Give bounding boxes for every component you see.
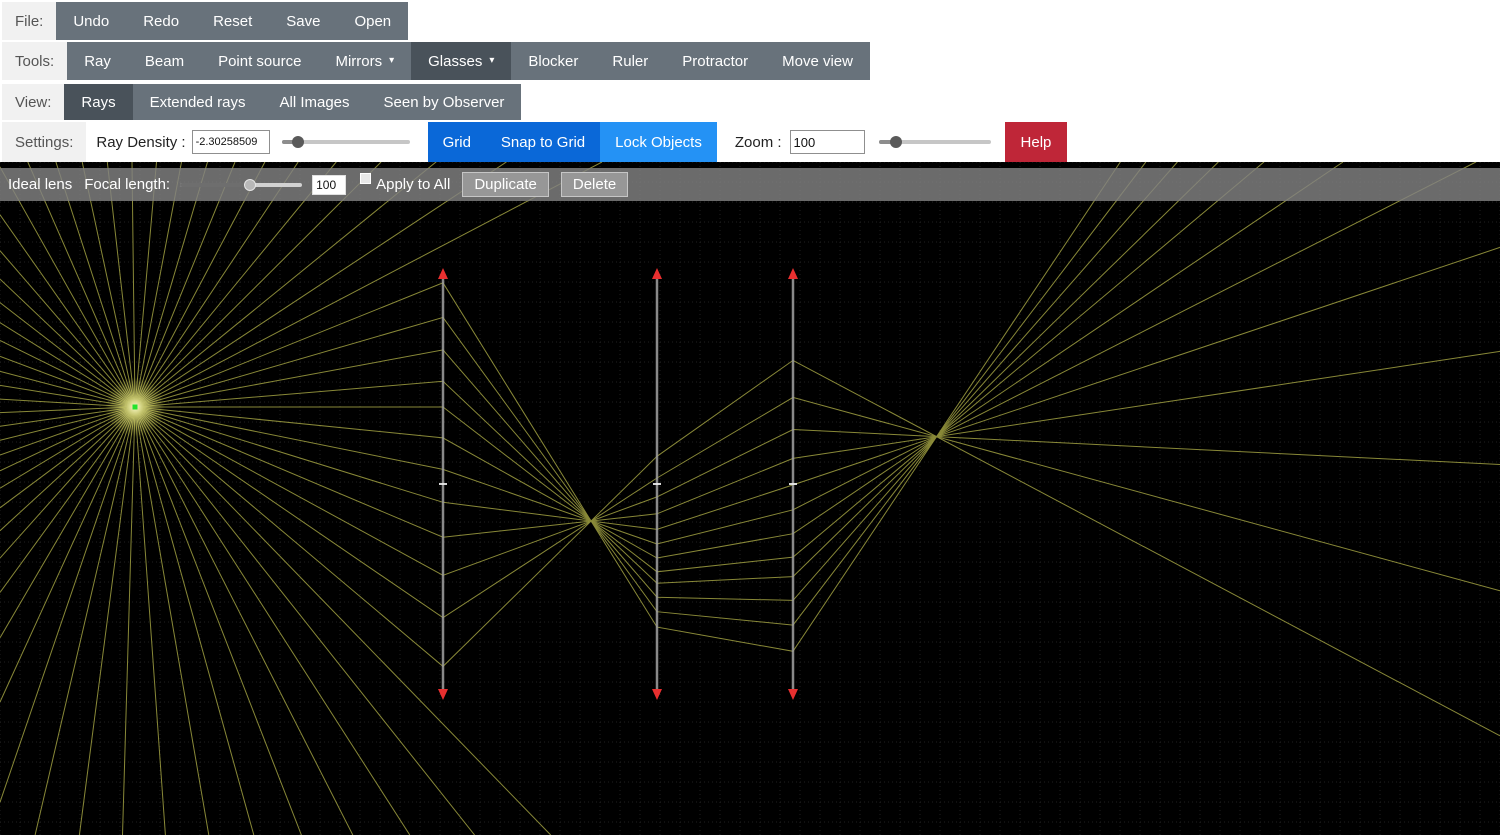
file-toolbar: File: Undo Redo Reset Save Open: [2, 2, 1500, 40]
ray-density-input[interactable]: [191, 130, 270, 154]
settings-label: Settings:: [2, 122, 87, 162]
view-button-group: Rays Extended rays All Images Seen by Obser…: [64, 84, 522, 120]
tool-button-ray[interactable]: Ray: [67, 42, 128, 80]
selected-object-title: Ideal lens: [8, 176, 73, 193]
focal-length-label: Focal length:: [84, 176, 171, 193]
light-rays: [0, 162, 1500, 835]
tools-button-group: Ray Beam Point source Mirrors ▾ Glasses ▾ Block…: [67, 42, 870, 80]
view-label: View:: [2, 84, 65, 120]
lens-arrow-down-icon: [788, 689, 798, 700]
view-button-extended-rays[interactable]: Extended rays: [132, 84, 263, 120]
file-button-reset[interactable]: Reset: [196, 2, 270, 40]
lens-arrow-up-icon: [652, 268, 662, 279]
grid-button[interactable]: Grid: [427, 122, 486, 162]
tool-button-point-source[interactable]: Point source: [201, 42, 319, 80]
file-button-group: Undo Redo Reset Save Open: [56, 2, 409, 40]
lens-center-mark: [439, 483, 447, 485]
file-label: File:: [2, 2, 57, 40]
view-toolbar: View: Rays Extended rays All Images Seen by…: [2, 84, 1500, 120]
chevron-down-icon: ▾: [389, 55, 395, 66]
ideal-lens[interactable]: [652, 268, 662, 700]
lens-arrow-up-icon: [788, 268, 798, 279]
file-button-open[interactable]: Open: [337, 2, 409, 40]
simulation-canvas[interactable]: Ideal lens Focal length: Apply to All Du…: [0, 162, 1500, 835]
tool-button-ruler[interactable]: Ruler: [595, 42, 666, 80]
chevron-down-icon: ▾: [489, 55, 495, 66]
ray-diagram[interactable]: [0, 162, 1500, 835]
zoom-input[interactable]: [789, 130, 865, 154]
tool-button-beam[interactable]: Beam: [127, 42, 202, 80]
tool-button-blocker[interactable]: Blocker: [511, 42, 596, 80]
slider-fill: [180, 182, 250, 187]
ideal-lens[interactable]: [438, 268, 448, 700]
tool-button-glasses[interactable]: Glasses ▾: [411, 42, 512, 80]
point-source[interactable]: [132, 404, 138, 410]
tools-label: Tools:: [2, 42, 68, 80]
duplicate-button[interactable]: Duplicate: [462, 172, 549, 197]
zoom-slider[interactable]: [878, 136, 991, 148]
file-button-undo[interactable]: Undo: [56, 2, 127, 40]
view-button-rays[interactable]: Rays: [64, 84, 133, 120]
tool-button-move-view[interactable]: Move view: [765, 42, 870, 80]
lens-center-mark: [789, 483, 797, 485]
ray-density-slider[interactable]: [281, 136, 410, 148]
slider-thumb[interactable]: [890, 136, 903, 148]
tool-button-protractor[interactable]: Protractor: [665, 42, 766, 80]
tools-toolbar: Tools: Ray Beam Point source Mirrors ▾ Glasse…: [2, 42, 1500, 80]
lens-arrow-up-icon: [438, 268, 448, 279]
apply-to-all-label: Apply to All: [376, 176, 451, 193]
settings-toolbar: Settings: Ray Density : Grid Snap to Gri…: [2, 122, 1500, 162]
lens-center-mark: [653, 483, 661, 485]
focal-length-slider[interactable]: [180, 178, 303, 191]
top-toolbars: File: Undo Redo Reset Save Open Tools: Ray Be…: [0, 0, 1500, 162]
lock-objects-button[interactable]: Lock Objects: [600, 122, 717, 162]
grid-toggle-group: Grid Snap to Grid Lock Objects: [427, 122, 717, 162]
object-toolbar: Ideal lens Focal length: Apply to All Du…: [0, 168, 1500, 201]
tool-button-mirrors[interactable]: Mirrors ▾: [318, 42, 412, 80]
view-button-seen-by-observer[interactable]: Seen by Observer: [366, 84, 522, 120]
help-button[interactable]: Help: [1004, 122, 1068, 162]
apply-to-all-checkbox[interactable]: [360, 173, 372, 184]
ray-density-label: Ray Density :: [96, 133, 186, 151]
file-button-redo[interactable]: Redo: [126, 2, 197, 40]
focal-length-input[interactable]: [312, 174, 347, 195]
view-button-all-images[interactable]: All Images: [262, 84, 367, 120]
slider-thumb[interactable]: [292, 136, 305, 148]
zoom-label: Zoom :: [734, 133, 782, 151]
file-button-save[interactable]: Save: [269, 2, 338, 40]
snap-to-grid-button[interactable]: Snap to Grid: [485, 122, 601, 162]
slider-thumb[interactable]: [243, 178, 256, 191]
ideal-lens[interactable]: [788, 268, 798, 700]
delete-button[interactable]: Delete: [560, 172, 629, 197]
